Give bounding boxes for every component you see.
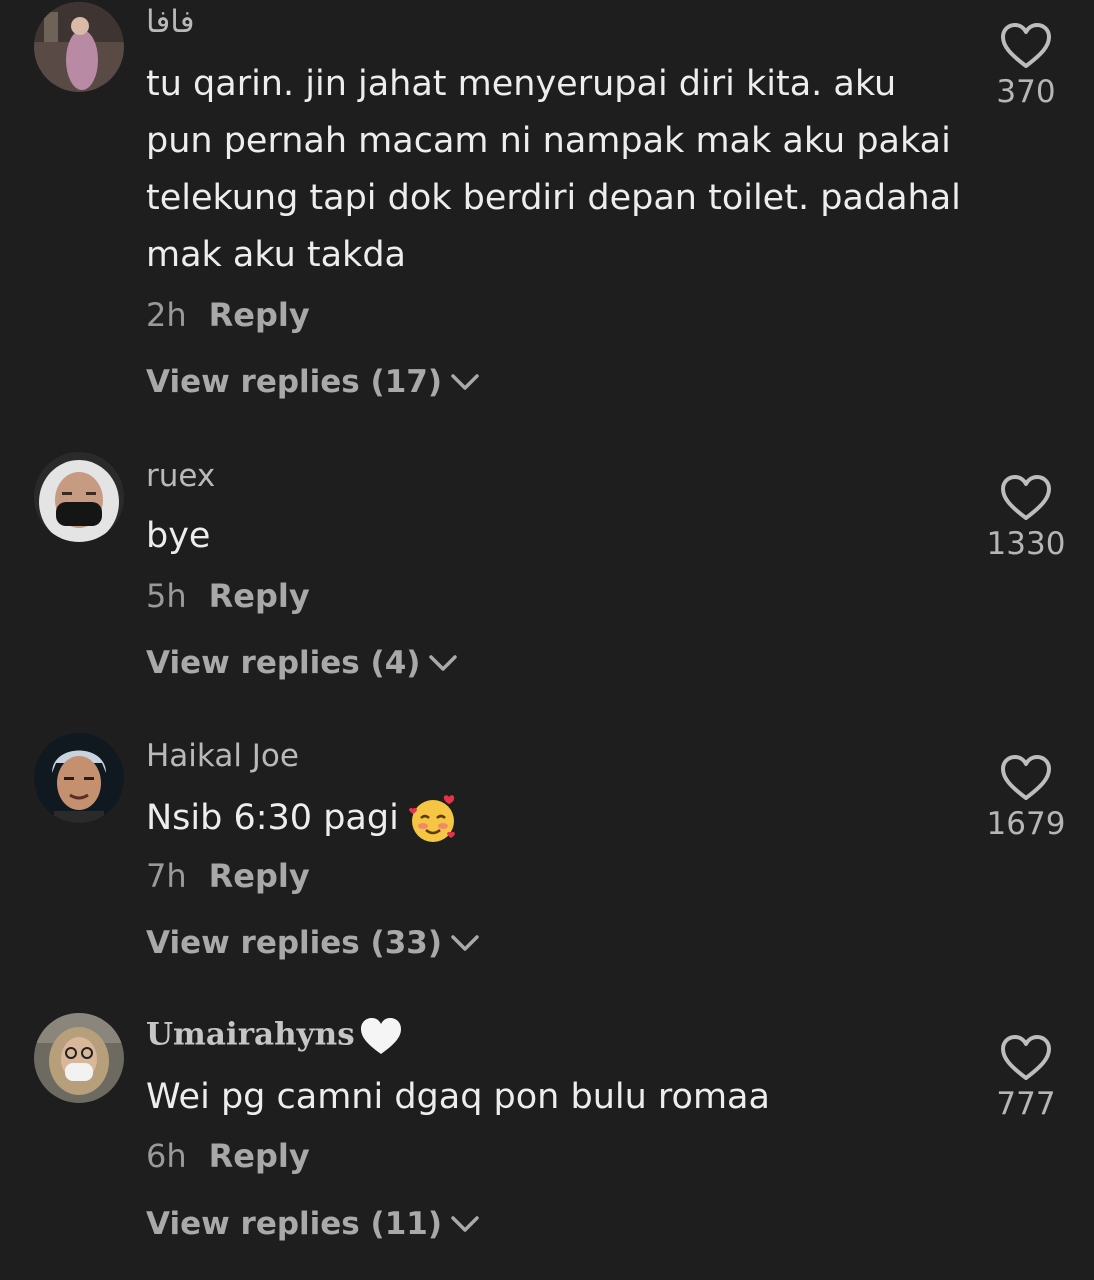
comment-text: tu qarin. jin jahat menyerupai diri kita… xyxy=(146,64,961,275)
comment-username[interactable]: Haikal Joe xyxy=(146,738,299,774)
chevron-down-icon xyxy=(451,1216,479,1232)
chevron-down-icon xyxy=(451,935,479,951)
comment-time: 2h xyxy=(146,296,187,334)
comment-time: 7h xyxy=(146,857,187,895)
avatar[interactable] xyxy=(34,452,124,542)
like-button[interactable]: 777 xyxy=(980,1034,1072,1122)
avatar[interactable] xyxy=(34,733,124,823)
like-count: 1679 xyxy=(986,806,1066,842)
view-replies-label: View replies (33) xyxy=(146,925,443,961)
like-count: 370 xyxy=(996,74,1056,110)
comment-meta: 6h Reply xyxy=(146,1137,310,1175)
like-count: 1330 xyxy=(986,526,1066,562)
view-replies-button[interactable]: View replies (4) xyxy=(146,645,458,681)
comment-username-text: Umairahyns xyxy=(146,1016,355,1053)
avatar[interactable] xyxy=(34,2,124,92)
like-button[interactable]: 1679 xyxy=(980,754,1072,842)
view-replies-button[interactable]: View replies (33) xyxy=(146,925,480,961)
comment-text: bye xyxy=(146,516,211,556)
view-replies-label: View replies (4) xyxy=(146,645,421,681)
avatar[interactable] xyxy=(34,1013,124,1103)
white-heart-icon xyxy=(360,1018,401,1054)
reply-button[interactable]: Reply xyxy=(209,577,310,615)
view-replies-label: View replies (11) xyxy=(146,1206,443,1242)
smiling-face-with-hearts-icon xyxy=(408,795,455,842)
reply-button[interactable]: Reply xyxy=(209,296,310,334)
view-replies-button[interactable]: View replies (11) xyxy=(146,1206,480,1242)
comment-text: Nsib 6:30 pagi xyxy=(146,790,966,847)
comment-username[interactable]: فافا xyxy=(146,4,195,40)
comment-text: Wei pg camni dgaq pon bulu romaa xyxy=(146,1077,770,1117)
comment-meta: 2h Reply xyxy=(146,296,310,334)
comment-text-content: Nsib 6:30 pagi xyxy=(146,798,399,838)
heart-outline-icon xyxy=(1001,23,1051,68)
reply-button[interactable]: Reply xyxy=(209,857,310,895)
chevron-down-icon xyxy=(451,374,479,390)
like-button[interactable]: 1330 xyxy=(980,474,1072,562)
like-button[interactable]: 370 xyxy=(980,22,1072,110)
view-replies-button[interactable]: View replies (17) xyxy=(146,364,480,400)
comment-username[interactable]: Umairahyns xyxy=(146,1016,403,1056)
heart-outline-icon xyxy=(1001,1035,1051,1080)
comment-username[interactable]: ruex xyxy=(146,458,215,494)
reply-button[interactable]: Reply xyxy=(209,1137,310,1175)
comment-time: 6h xyxy=(146,1137,187,1175)
comment-meta: 5h Reply xyxy=(146,577,310,615)
heart-outline-icon xyxy=(1001,475,1051,520)
comment-meta: 7h Reply xyxy=(146,857,310,895)
comment-time: 5h xyxy=(146,577,187,615)
like-count: 777 xyxy=(996,1086,1056,1122)
chevron-down-icon xyxy=(429,655,458,671)
heart-outline-icon xyxy=(1001,755,1051,800)
view-replies-label: View replies (17) xyxy=(146,364,443,400)
